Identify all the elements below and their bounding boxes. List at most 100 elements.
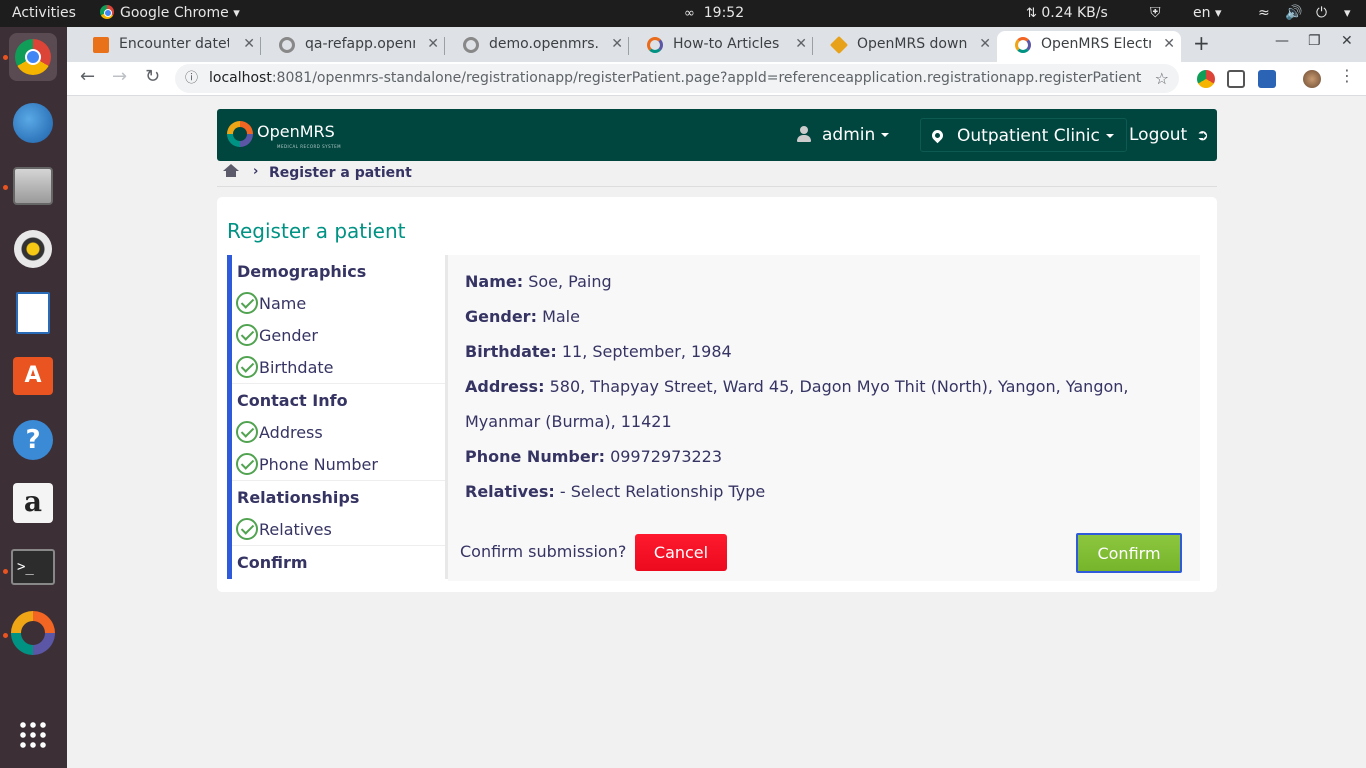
field-label: Birthdate: [465,342,557,361]
rhythmbox-icon[interactable] [9,225,57,273]
shield-icon[interactable]: ⛨ [1150,0,1161,27]
diamond-icon [829,35,849,55]
chevron-down-icon: ▾ [1214,6,1222,21]
step-gender[interactable]: Gender [236,324,318,347]
back-button[interactable]: ← [80,66,95,87]
tab-label: OpenMRS downlo [857,36,967,52]
extension-toolbox-icon[interactable] [1258,70,1276,88]
info-icon[interactable]: ⓘ [185,64,198,93]
thunderbird-icon[interactable] [9,99,57,147]
close-icon[interactable]: ✕ [795,31,807,58]
activities-button[interactable]: Activities [12,0,76,27]
step-name[interactable]: Name [236,292,306,315]
wifi-icon[interactable]: ≈ [1258,0,1270,27]
location-name: Outpatient Clinic [957,126,1100,146]
openmrs-logo-icon[interactable] [227,121,253,147]
summary-birthdate: Birthdate: 11, September, 1984 [465,334,1175,369]
menu-kebab-icon[interactable]: ⋮ [1339,66,1355,85]
files-icon[interactable] [9,162,57,210]
language-indicator[interactable]: en ▾ [1193,0,1221,27]
summary-address: Address: 580, Thapyay Street, Ward 45, D… [465,369,1175,439]
logout-link[interactable]: Logout ➲ [1129,109,1209,161]
confirm-button[interactable]: Confirm [1076,533,1182,573]
tab-openmrs-electronic[interactable]: OpenMRS Electro ✕ [997,31,1181,62]
check-circle-icon [236,292,258,314]
close-icon[interactable]: ✕ [243,31,255,58]
language-label: en [1193,5,1211,21]
app-menu-label: Google Chrome [120,5,229,21]
minimize-button[interactable]: — [1275,33,1289,49]
caret-down-icon [1105,134,1114,138]
home-icon[interactable] [223,164,239,178]
field-label: Address: [465,377,545,396]
chevron-down-icon: ▾ [233,6,240,21]
openmrs-icon [279,37,295,53]
terminal-icon[interactable]: >_ [9,543,57,591]
libreoffice-writer-icon[interactable] [9,289,57,337]
logout-label: Logout [1129,125,1188,145]
software-center-icon[interactable]: A [9,352,57,400]
user-menu[interactable]: admin [797,109,890,161]
location-selector[interactable]: Outpatient Clinic [920,118,1127,152]
step-phone-number[interactable]: Phone Number [236,453,378,476]
section-confirm[interactable]: Confirm [237,553,308,572]
field-label: Gender: [465,307,537,326]
check-circle-icon [236,356,258,378]
running-indicator [3,569,8,574]
url-path: :8081/openmrs-standalone/registrationapp… [271,70,1142,86]
tab-encounter[interactable]: Encounter dateti ✕ [75,31,261,62]
tab-label: demo.openmrs.o [489,36,599,52]
registration-card: Register a patient Demographics Name Gen… [217,197,1217,592]
clock[interactable]: ∞ 19:52 [684,0,744,27]
close-icon[interactable]: ✕ [1163,31,1175,58]
close-icon[interactable]: ✕ [611,31,623,58]
summary-gender: Gender: Male [465,299,1175,334]
volume-icon[interactable]: 🔊 [1285,0,1302,27]
app-menu[interactable]: Google Chrome ▾ [100,0,240,27]
openmrs-icon [1015,37,1031,53]
profile-avatar[interactable] [1303,70,1321,88]
tab-how-to-articles[interactable]: How-to Articles - ✕ [629,31,813,62]
step-address[interactable]: Address [236,421,323,444]
forward-button[interactable]: → [112,66,127,87]
power-icon[interactable]: ⏻ [1316,0,1327,27]
tab-openmrs-download[interactable]: OpenMRS downlo ✕ [813,31,997,62]
step-label: Gender [259,326,318,345]
url-host: localhost [209,70,272,86]
section-demographics[interactable]: Demographics [237,262,366,281]
window-close-button[interactable]: ✕ [1341,33,1353,49]
chrome-launcher-icon[interactable] [9,33,57,81]
cancel-button[interactable]: Cancel [635,534,727,571]
bookmark-star-icon[interactable]: ☆ [1155,64,1169,93]
step-label: Relatives [259,520,332,539]
chevron-down-icon[interactable]: ▾ [1344,0,1351,27]
address-bar[interactable]: ⓘ localhost:8081/openmrs-standalone/regi… [175,64,1179,93]
section-relationships[interactable]: Relationships [237,488,359,507]
show-apps-icon[interactable] [9,711,57,759]
help-icon[interactable]: ? [9,416,57,464]
close-icon[interactable]: ✕ [979,31,991,58]
extension-on-icon[interactable] [1197,70,1215,88]
chevron-right-icon: › [253,164,259,179]
brand-name: OpenMRS [257,122,335,141]
tab-qa-refapp[interactable]: qa-refapp.openm ✕ [261,31,445,62]
user-name: admin [822,125,876,145]
field-value: Soe, Paing [528,272,612,291]
field-label: Relatives: [465,482,555,501]
amazon-icon[interactable]: a [9,479,57,527]
step-relatives[interactable]: Relatives [236,518,332,541]
reload-button[interactable]: ↻ [145,66,160,87]
openmrs-launcher-icon[interactable] [9,609,57,657]
maximize-button[interactable]: ❐ [1308,33,1321,49]
step-birthdate[interactable]: Birthdate [236,356,334,379]
new-tab-button[interactable]: + [1193,31,1210,55]
page-title: Register a patient [227,219,406,243]
section-contact-info[interactable]: Contact Info [237,391,348,410]
infinity-icon: ∞ [684,6,695,21]
step-label: Phone Number [259,455,378,474]
tab-demo-openmrs[interactable]: demo.openmrs.o ✕ [445,31,629,62]
close-icon[interactable]: ✕ [427,31,439,58]
summary-phone-number: Phone Number: 09972973223 [465,439,1175,474]
extension-bulb-icon[interactable] [1227,70,1245,88]
network-speed-label: 0.24 KB/s [1041,5,1108,21]
